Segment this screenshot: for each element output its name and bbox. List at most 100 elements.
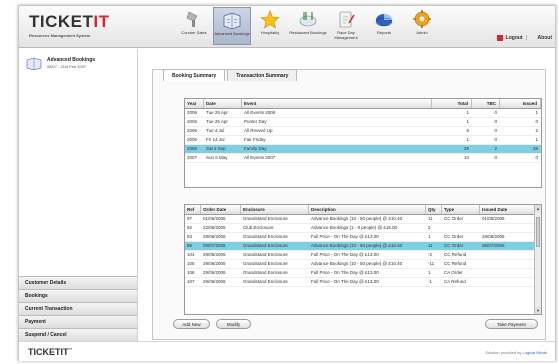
transactions-row[interactable]: 104 29/06/2006 Grandstand Enclosure Full Pr… xyxy=(185,251,541,260)
transactions-cell: 1 xyxy=(428,270,431,275)
events-header-cell[interactable]: Event xyxy=(242,99,432,108)
cutlery-icon xyxy=(299,12,317,27)
add-new-button[interactable]: Add New xyxy=(173,319,210,329)
events-cell: 26 xyxy=(463,146,469,151)
events-header-cell[interactable]: Date xyxy=(204,99,242,108)
events-header-cell[interactable]: Year xyxy=(185,99,204,108)
scroll-down-icon[interactable]: ▼ xyxy=(535,307,541,314)
events-row[interactable]: 2006 Sat 2 Sep Family Day 26 2 26 xyxy=(185,145,541,154)
events-header-cell[interactable]: TBC xyxy=(472,99,500,108)
transactions-row[interactable]: 97 01/06/2006 Grandstand Enclosure Advance … xyxy=(185,215,541,224)
transactions-row[interactable]: 92 22/06/2006 Club Enclosure Advance Bookin… xyxy=(185,224,541,233)
nav-counter-sales[interactable]: Counter Sales xyxy=(175,7,213,45)
events-row[interactable]: 2007 Sun 6 May All Events 2007 10 0 0 xyxy=(185,154,541,163)
modify-button[interactable]: Modify xyxy=(216,319,251,329)
transactions-cell: Grandstand Enclosure xyxy=(243,252,288,257)
nav-hospitality[interactable]: Hospitality xyxy=(251,7,289,45)
nav-restaurant-bookings[interactable]: Restaurant Bookings xyxy=(289,7,327,45)
events-cell: All Revved Up xyxy=(244,128,273,133)
transactions-header-cell[interactable]: Description xyxy=(309,205,426,214)
events-cell: 0 xyxy=(494,128,497,133)
transactions-cell: 92 xyxy=(187,225,193,230)
events-cell: 0 xyxy=(494,155,497,160)
transactions-header-cell[interactable]: Issued Date xyxy=(480,205,535,214)
logo-subtitle: Resources Management System xyxy=(29,33,91,38)
events-cell: All Events 2007 xyxy=(244,155,276,160)
transactions-cell: 1 xyxy=(428,234,431,239)
transactions-cell: CC Refund xyxy=(444,252,467,257)
booking-dates: 08/07 - 21st Feb 2007 xyxy=(47,64,87,69)
trademark: ™ xyxy=(68,347,73,352)
tab-booking-summary[interactable]: Booking Summary xyxy=(163,69,226,81)
events-cell: 1 xyxy=(535,110,538,115)
transactions-cell: 05/07/2006 xyxy=(203,243,226,248)
logo-accent: IT xyxy=(93,12,110,31)
events-cell: 1 xyxy=(466,119,469,124)
logout-button[interactable]: Logout | xyxy=(496,35,527,41)
transactions-row[interactable]: 96 05/07/2006 Grandstand Enclosure Advance … xyxy=(185,242,541,251)
scroll-up-icon[interactable]: ▲ xyxy=(535,205,541,212)
take-payment-button[interactable]: Take Payment xyxy=(485,319,538,329)
nav-label: Restaurant Bookings xyxy=(289,30,327,35)
nav-race-day-management[interactable]: Race Day Management xyxy=(327,7,365,45)
transactions-cell: 22/06/2006 xyxy=(203,225,226,230)
events-cell: Tue 4 Jul xyxy=(206,128,225,133)
logout-icon xyxy=(496,35,503,41)
transactions-cell: -2 xyxy=(428,252,433,257)
events-row[interactable]: 2006 Tue 25 Apr All Events 2006 1 0 1 xyxy=(185,109,541,118)
events-cell: 10 xyxy=(463,155,469,160)
events-row[interactable]: 2006 Tue 25 Apr Punter Day 1 0 0 xyxy=(185,118,541,127)
booking-book-icon xyxy=(26,57,42,70)
transactions-row[interactable]: 106 29/06/2006 Grandstand Enclosure Full Pr… xyxy=(185,269,541,278)
events-cell: 2 xyxy=(535,128,538,133)
side-item-current-transaction[interactable]: Current Transaction xyxy=(19,302,137,315)
events-cell: 6 xyxy=(466,128,469,133)
barcode-scanner-icon xyxy=(186,11,198,27)
transactions-header-cell[interactable]: Order Date xyxy=(201,205,241,214)
side-item-customer-details[interactable]: Customer Details xyxy=(19,276,137,289)
events-cell: 2006 xyxy=(187,128,198,133)
side-item-bookings[interactable]: Bookings xyxy=(19,289,137,302)
credit-company-link[interactable]: Logical Minds xyxy=(523,350,547,355)
transactions-scrollbar[interactable]: ▲ ▼ xyxy=(534,205,541,314)
side-item-payment[interactable]: Payment xyxy=(19,315,137,328)
nav-label: Admin xyxy=(416,30,428,35)
header-bar: TICKETIT Resources Management System Cou… xyxy=(19,6,555,48)
transactions-cell: 97 xyxy=(187,216,193,221)
transactions-row[interactable]: 93 28/06/2006 Grandstand Enclosure Full Pri… xyxy=(185,233,541,242)
nav-admin[interactable]: Admin xyxy=(403,7,441,45)
footer-credit: Solution provided by Logical Minds xyxy=(485,350,547,355)
events-header-cell[interactable]: Total xyxy=(432,99,472,108)
transactions-header-cell[interactable]: Ref xyxy=(185,205,201,214)
transactions-row[interactable]: 107 29/06/2006 Grandstand Enclosure Full Pr… xyxy=(185,278,541,287)
events-row[interactable]: 2006 Fri 14 Jul Fair Friday 1 0 1 xyxy=(185,136,541,145)
footer-logo-text: TICKETIT xyxy=(28,347,69,357)
transactions-cell: Full Price - On The Day @ £13.00 xyxy=(311,252,379,257)
nav-reports[interactable]: Reports xyxy=(365,7,403,45)
transactions-cell xyxy=(480,269,535,277)
nav-advanced-bookings[interactable]: Advanced Bookings xyxy=(213,7,251,45)
scroll-thumb[interactable] xyxy=(536,217,540,247)
transactions-cell: CC Refund xyxy=(444,261,467,266)
transactions-header-cell[interactable]: Type xyxy=(442,205,480,214)
transactions-header-cell[interactable]: Qty xyxy=(426,205,442,214)
events-header-cell[interactable]: Issued xyxy=(500,99,541,108)
transactions-header-cell[interactable]: Enclosure xyxy=(241,205,309,214)
about-link[interactable]: About xyxy=(538,35,552,41)
events-cell: 2006 xyxy=(187,146,198,151)
footer-logo: TICKETIT™ xyxy=(28,347,73,357)
transactions-row[interactable]: 105 29/06/2006 Grandstand Enclosure Advance… xyxy=(185,260,541,269)
separator: | xyxy=(525,35,527,41)
transactions-cell: 01/06/2006 xyxy=(203,216,226,221)
side-item-suspend-cancel[interactable]: Suspend / Cancel xyxy=(19,328,137,341)
events-table: Year Date Event Total TBC Issued 2006 Tue 25 A… xyxy=(184,98,542,188)
transactions-cell: 93 xyxy=(187,234,193,239)
events-row[interactable]: 2006 Tue 4 Jul All Revved Up 6 0 2 xyxy=(185,127,541,136)
transactions-cell: Advance Bookings (10 - 50 people) @ £10.… xyxy=(311,261,403,266)
transactions-cell: CC Order xyxy=(444,216,464,221)
pie-chart-icon xyxy=(375,14,393,27)
booking-info: Advanced Bookings 08/07 - 21st Feb 2007 xyxy=(26,57,95,70)
transactions-cell xyxy=(480,224,535,232)
transactions-cell xyxy=(442,224,480,232)
tab-transaction-summary[interactable]: Transaction Summary xyxy=(227,69,298,81)
